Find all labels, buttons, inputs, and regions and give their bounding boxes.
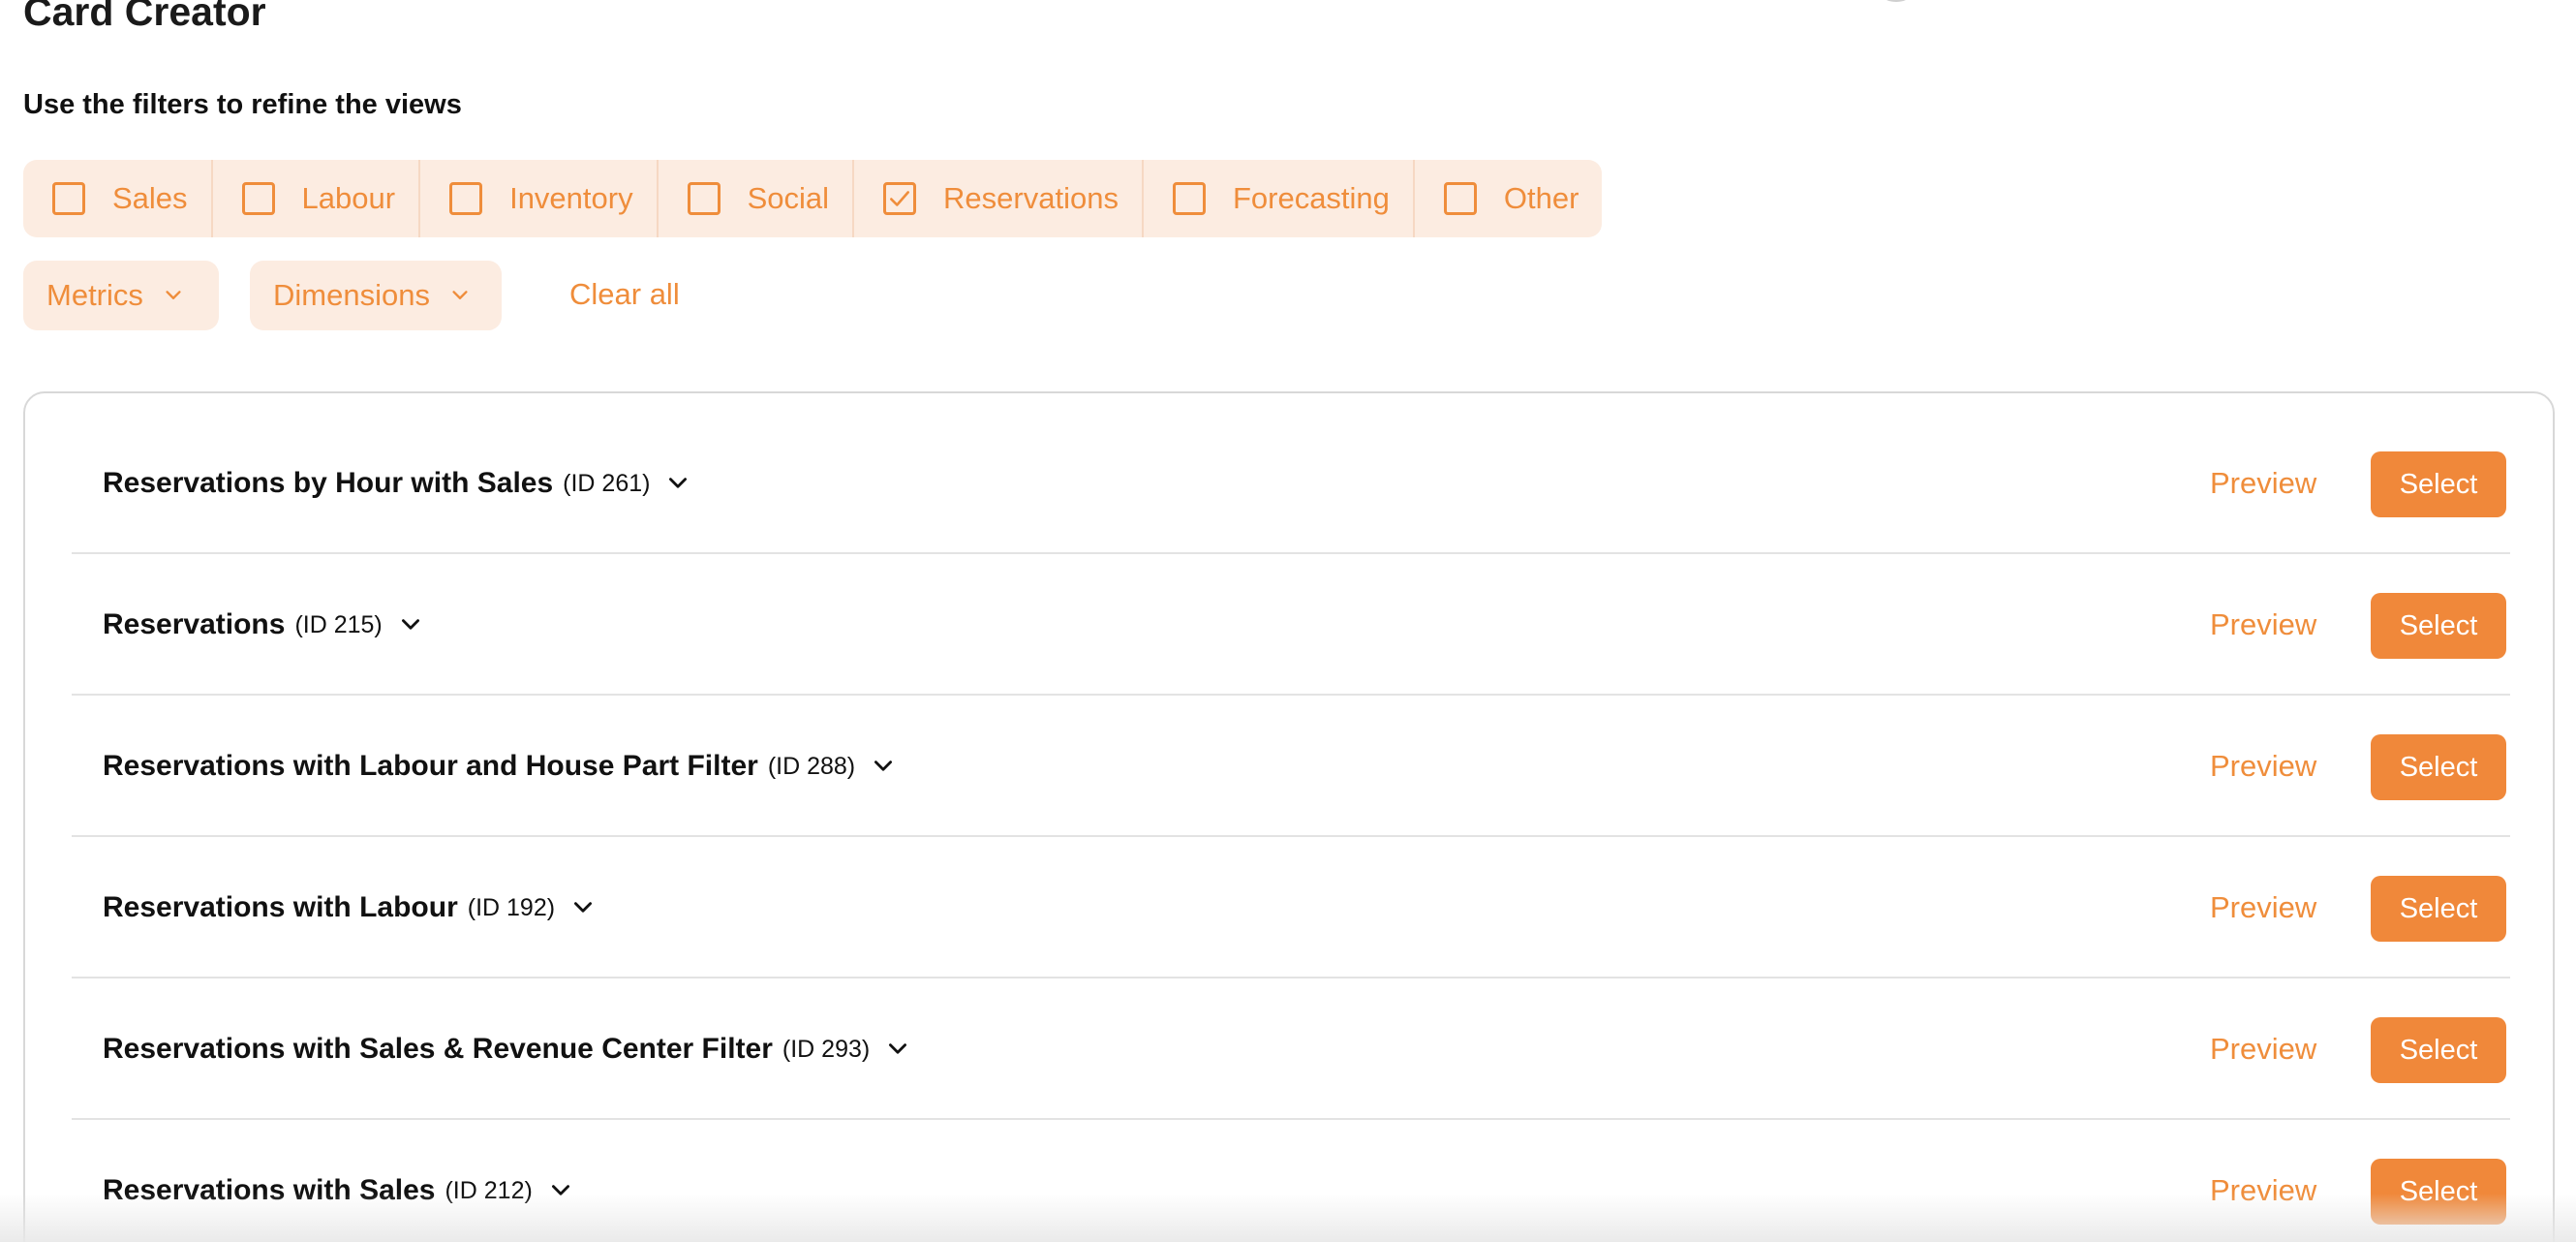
- view-heading: Reservations with Labour and House Part …: [103, 696, 896, 837]
- metrics-dropdown-label: Metrics: [46, 278, 143, 312]
- checkbox[interactable]: [52, 182, 85, 215]
- chevron-down-icon[interactable]: [871, 754, 896, 779]
- view-title: Reservations with Labour and House Part …: [103, 750, 758, 782]
- page-title: Card Creator: [23, 0, 266, 34]
- chevron-down-icon: [452, 291, 468, 299]
- checkbox[interactable]: [1443, 182, 1477, 215]
- view-row: Reservations by Hour with Sales (ID 261)…: [72, 413, 2510, 554]
- metrics-dropdown[interactable]: Metrics: [23, 261, 219, 330]
- clear-all-button[interactable]: Clear all: [569, 277, 680, 312]
- category-filter-sales[interactable]: Sales: [23, 160, 213, 237]
- dimensions-dropdown[interactable]: Dimensions: [250, 261, 502, 330]
- chevron-down-icon[interactable]: [665, 471, 690, 496]
- view-heading: Reservations (ID 215): [103, 554, 423, 696]
- select-button[interactable]: Select: [2371, 1017, 2506, 1083]
- chevron-down-icon[interactable]: [885, 1037, 910, 1062]
- chevron-down-icon[interactable]: [548, 1178, 573, 1203]
- checkbox-checked[interactable]: [883, 182, 917, 215]
- category-label: Reservations: [943, 181, 1119, 215]
- view-row: Reservations with Sales & Revenue Center…: [72, 978, 2510, 1120]
- preview-button[interactable]: Preview: [2210, 413, 2316, 554]
- preview-button[interactable]: Preview: [2210, 554, 2316, 696]
- chevron-down-icon: [166, 291, 181, 299]
- checkbox[interactable]: [1172, 182, 1206, 215]
- check-icon: [890, 191, 909, 206]
- preview-button[interactable]: Preview: [2210, 696, 2316, 837]
- select-button[interactable]: Select: [2371, 451, 2506, 517]
- view-id: (ID 192): [467, 893, 556, 921]
- view-row: Reservations (ID 215) Preview Select: [72, 554, 2510, 696]
- view-id: (ID 293): [782, 1035, 871, 1063]
- view-row: Reservations with Sales (ID 212) Preview…: [72, 1120, 2510, 1242]
- dimensions-dropdown-label: Dimensions: [273, 278, 430, 312]
- preview-button[interactable]: Preview: [2210, 837, 2316, 978]
- category-label: Social: [747, 181, 830, 215]
- select-button[interactable]: Select: [2371, 1159, 2506, 1225]
- category-label: Sales: [112, 181, 188, 215]
- view-heading: Reservations with Sales & Revenue Center…: [103, 978, 910, 1120]
- preview-button[interactable]: Preview: [2210, 1120, 2316, 1242]
- view-title: Reservations by Hour with Sales: [103, 467, 554, 499]
- view-row: Reservations with Labour (ID 192) Previe…: [72, 837, 2510, 978]
- view-title: Reservations with Sales: [103, 1174, 436, 1206]
- checkbox[interactable]: [687, 182, 721, 215]
- view-id: (ID 288): [767, 752, 856, 780]
- category-label: Labour: [301, 181, 396, 215]
- category-filter-inventory[interactable]: Inventory: [420, 160, 659, 237]
- view-heading: Reservations with Labour (ID 192): [103, 837, 596, 978]
- loading-spinner-icon: [1879, 0, 1914, 2]
- category-filter-forecasting[interactable]: Forecasting: [1144, 160, 1415, 237]
- preview-button[interactable]: Preview: [2210, 978, 2316, 1120]
- view-id: (ID 215): [294, 610, 383, 638]
- select-button[interactable]: Select: [2371, 593, 2506, 659]
- select-button[interactable]: Select: [2371, 876, 2506, 942]
- view-id: (ID 212): [445, 1176, 533, 1204]
- category-label: Forecasting: [1232, 181, 1390, 215]
- category-filter-reservations[interactable]: Reservations: [854, 160, 1144, 237]
- chevron-down-icon[interactable]: [398, 612, 423, 637]
- view-title: Reservations with Sales & Revenue Center…: [103, 1033, 773, 1065]
- category-label: Inventory: [509, 181, 633, 215]
- chevron-down-icon[interactable]: [570, 895, 596, 920]
- view-title: Reservations: [103, 608, 286, 640]
- filters-instructions: Use the filters to refine the views: [23, 89, 462, 120]
- category-filter-bar: Sales Labour Inventory Social Reservatio…: [23, 160, 1603, 237]
- views-list: Reservations by Hour with Sales (ID 261)…: [23, 391, 2555, 1242]
- view-heading: Reservations by Hour with Sales (ID 261): [103, 413, 690, 554]
- checkbox[interactable]: [241, 182, 275, 215]
- checkbox[interactable]: [449, 182, 483, 215]
- select-button[interactable]: Select: [2371, 734, 2506, 800]
- category-filter-other[interactable]: Other: [1415, 160, 1603, 237]
- view-title: Reservations with Labour: [103, 891, 458, 923]
- category-filter-social[interactable]: Social: [659, 160, 855, 237]
- category-filter-labour[interactable]: Labour: [213, 160, 421, 237]
- view-row: Reservations with Labour and House Part …: [72, 696, 2510, 837]
- category-label: Other: [1503, 181, 1579, 215]
- view-id: (ID 261): [563, 469, 651, 497]
- view-heading: Reservations with Sales (ID 212): [103, 1120, 573, 1242]
